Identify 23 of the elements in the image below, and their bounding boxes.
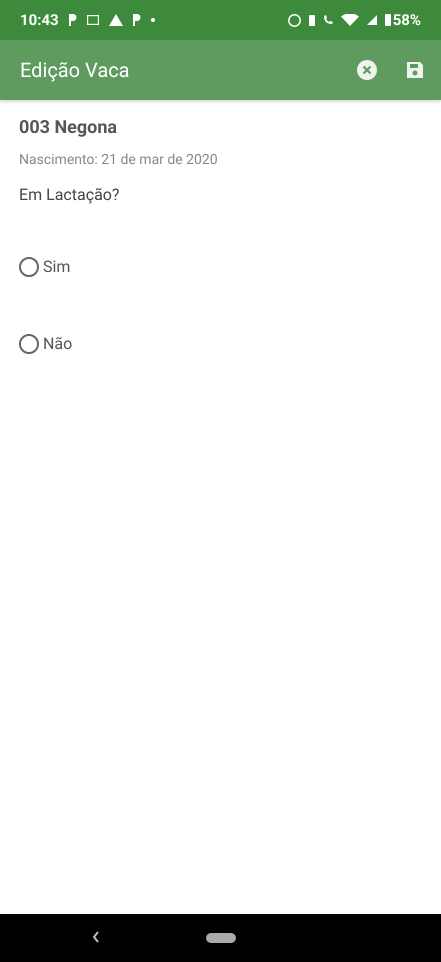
app-bar-title: Edição Vaca — [20, 57, 131, 84]
home-button[interactable] — [206, 933, 236, 943]
birth-date: Nascimento: 21 de mar de 2020 — [19, 151, 219, 170]
dot-icon — [150, 18, 155, 22]
lactation-question: Em Lactação? — [19, 184, 120, 206]
close-icon — [357, 60, 377, 80]
parking-icon — [68, 14, 77, 26]
status-time: 10:43 — [20, 10, 59, 31]
call-icon — [322, 15, 333, 25]
radio-button[interactable] — [19, 257, 39, 277]
battery-percent: 58% — [392, 10, 421, 31]
parking-icon — [132, 14, 141, 26]
radio-option[interactable]: Não — [19, 332, 422, 356]
mail-icon — [86, 15, 99, 25]
back-button[interactable] — [92, 931, 100, 943]
battery-icon — [384, 14, 391, 26]
animal-name: 003 Negona — [19, 116, 118, 140]
radio-option[interactable]: Sim — [19, 255, 422, 279]
radio-button[interactable] — [19, 334, 39, 354]
signal-icon — [366, 15, 377, 25]
back-icon — [92, 931, 100, 943]
wifi-icon — [340, 14, 359, 26]
warning-icon — [108, 14, 123, 26]
